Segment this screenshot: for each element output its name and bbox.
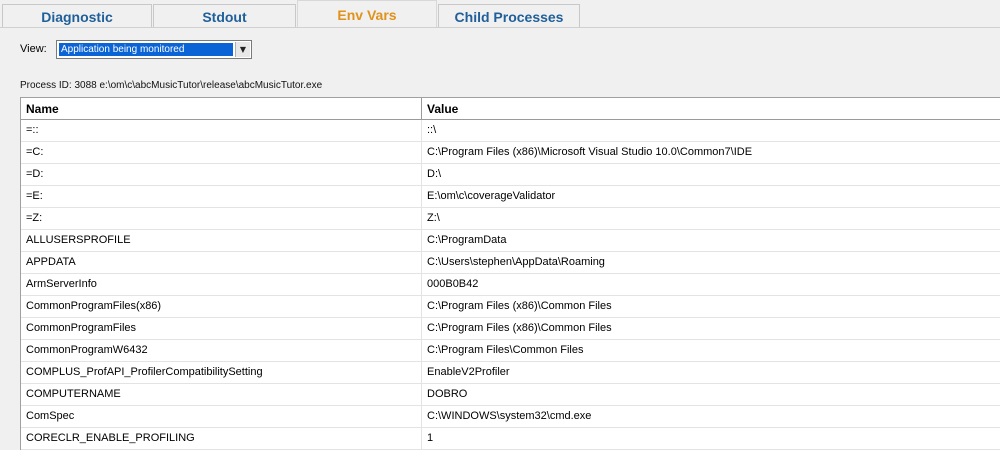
tab-divider [0, 27, 1000, 28]
tab-stdout[interactable]: Stdout [153, 4, 296, 28]
table-row[interactable]: ArmServerInfo 000B0B42 [21, 274, 1000, 296]
table-row[interactable]: CommonProgramFiles(x86) C:\Program Files … [21, 296, 1000, 318]
row-name-cell: =:: [21, 120, 422, 141]
row-name-cell: CommonProgramW6432 [21, 340, 422, 361]
row-name-cell: COMPUTERNAME [21, 384, 422, 405]
table-row[interactable]: ALLUSERSPROFILE C:\ProgramData [21, 230, 1000, 252]
row-name-cell: =C: [21, 142, 422, 163]
row-name-cell: ComSpec [21, 406, 422, 427]
row-value-cell: 000B0B42 [427, 278, 479, 290]
row-name-cell: APPDATA [21, 252, 422, 273]
table-row[interactable]: =E: E:\om\c\coverageValidator [21, 186, 1000, 208]
table-row[interactable]: COMPUTERNAME DOBRO [21, 384, 1000, 406]
row-value-cell: C:\Program Files\Common Files [427, 344, 584, 356]
chevron-down-icon[interactable]: ▼ [235, 42, 250, 57]
row-name-cell: =Z: [21, 208, 422, 229]
row-value-cell: C:\Users\stephen\AppData\Roaming [427, 256, 605, 268]
table-row[interactable]: ComSpec C:\WINDOWS\system32\cmd.exe [21, 406, 1000, 428]
row-value-cell: 1 [427, 432, 434, 444]
table-row[interactable]: =D: D:\ [21, 164, 1000, 186]
row-name-cell: CORECLR_ENABLE_PROFILING [21, 428, 422, 449]
tab-bar: Diagnostic Stdout Env Vars Child Process… [0, 0, 1000, 28]
row-value-cell: D:\ [427, 168, 442, 180]
row-name-cell: COMPLUS_ProfAPI_ProfilerCompatibilitySet… [21, 362, 422, 383]
row-value-cell: E:\om\c\coverageValidator [427, 190, 556, 202]
view-dropdown-value: Application being monitored [58, 42, 234, 57]
table-row[interactable]: COMPLUS_ProfAPI_ProfilerCompatibilitySet… [21, 362, 1000, 384]
row-value-cell: Z:\ [427, 212, 440, 224]
row-name-cell: CommonProgramFiles [21, 318, 422, 339]
process-info: Process ID: 3088 e:\om\c\abcMusicTutor\r… [20, 80, 323, 91]
row-value-cell: DOBRO [427, 388, 468, 400]
table-row[interactable]: =::::\ [21, 120, 1000, 142]
tab-env-vars[interactable]: Env Vars [297, 0, 437, 28]
view-dropdown[interactable]: Application being monitored ▼ [56, 40, 252, 59]
row-name-cell: CommonProgramFiles(x86) [21, 296, 422, 317]
row-name-cell: =E: [21, 186, 422, 207]
table-header: Name Value [21, 98, 1000, 120]
tab-child-processes[interactable]: Child Processes [438, 4, 580, 28]
row-value-cell: C:\Program Files (x86)\Common Files [427, 300, 612, 312]
row-name-cell: ALLUSERSPROFILE [21, 230, 422, 251]
table-body: =::::\ =C: C:\Program Files (x86)\Microsof… [21, 120, 1000, 450]
table-row[interactable]: CommonProgramW6432 C:\Program Files\Commo… [21, 340, 1000, 362]
row-name-cell: ArmServerInfo [21, 274, 422, 295]
row-value-cell: C:\WINDOWS\system32\cmd.exe [427, 410, 592, 422]
column-header-name[interactable]: Name [21, 98, 422, 120]
table-row[interactable]: CORECLR_ENABLE_PROFILING 1 [21, 428, 1000, 450]
column-header-value[interactable]: Value [422, 98, 1000, 120]
table-row[interactable]: APPDATA C:\Users\stephen\AppData\Roaming [21, 252, 1000, 274]
row-value-cell: ::\ [427, 124, 437, 136]
row-value-cell: C:\Program Files (x86)\Common Files [427, 322, 612, 334]
env-vars-table: Name Value =::::\ =C: C:\Program Files (x8… [20, 97, 1000, 450]
table-row[interactable]: =Z: Z:\ [21, 208, 1000, 230]
row-value-cell: C:\Program Files (x86)\Microsoft Visual … [427, 146, 753, 158]
table-row[interactable]: =C: C:\Program Files (x86)\Microsoft Visu… [21, 142, 1000, 164]
row-name-cell: =D: [21, 164, 422, 185]
table-row[interactable]: CommonProgramFiles C:\Program Files (x86)… [21, 318, 1000, 340]
row-value-cell: C:\ProgramData [427, 234, 507, 246]
row-value-cell: EnableV2Profiler [427, 366, 510, 378]
tab-diagnostic[interactable]: Diagnostic [2, 4, 152, 28]
view-label: View: [20, 43, 47, 55]
